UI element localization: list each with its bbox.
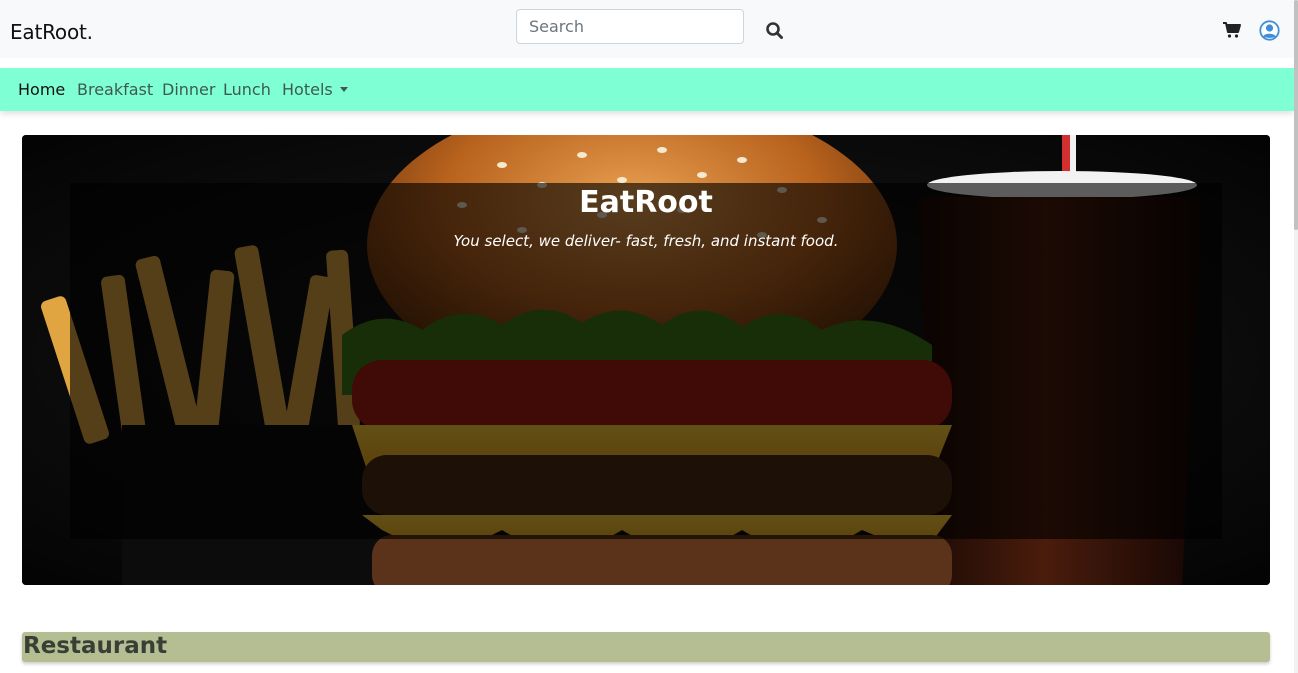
scrollbar-thumb[interactable] [1294, 0, 1298, 230]
hero-title: EatRoot [579, 185, 713, 220]
nav-breakfast[interactable]: Breakfast [77, 80, 153, 99]
main-navbar: Home Breakfast Dinner Lunch Hotels [0, 68, 1294, 111]
search-icon[interactable] [764, 20, 786, 42]
restaurant-section-header: Restaurant [22, 632, 1270, 662]
user-icon[interactable] [1259, 20, 1280, 41]
page-scrollbar[interactable] [1294, 0, 1298, 673]
search-input[interactable] [516, 9, 744, 44]
top-header: EatRoot. [0, 0, 1294, 58]
hero-banner: EatRoot You select, we deliver- fast, fr… [22, 135, 1270, 585]
nav-lunch[interactable]: Lunch [223, 80, 271, 99]
nav-hotels-label: Hotels [282, 80, 333, 99]
nav-dinner[interactable]: Dinner [162, 80, 215, 99]
nav-home[interactable]: Home [18, 80, 65, 99]
section-title: Restaurant [23, 633, 168, 659]
chevron-down-icon [339, 87, 348, 92]
nav-hotels-dropdown[interactable]: Hotels [282, 80, 348, 99]
cart-icon[interactable] [1222, 20, 1242, 40]
hero-subtitle: You select, we deliver- fast, fresh, and… [453, 232, 839, 250]
brand-logo[interactable]: EatRoot. [10, 20, 93, 44]
